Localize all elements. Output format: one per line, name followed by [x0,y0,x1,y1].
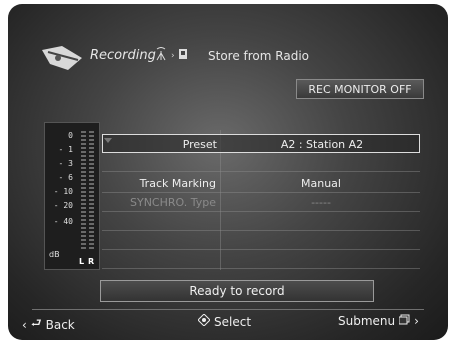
select-icon [197,313,211,329]
radio-source-icons: › [154,47,188,64]
setting-row-blank [102,231,420,250]
setting-value: ----- [311,196,331,209]
meter-tick: - 40 [53,217,73,226]
back-label: Back [45,317,75,332]
footer-divider [32,309,424,310]
submenu-label: Submenu [338,314,396,328]
meter-tick: - 3 [58,159,73,168]
setting-label: Track Marking [139,177,216,190]
submenu-button[interactable]: Submenu › [338,314,419,328]
meter-tick: - 6 [58,173,73,182]
select-label: Select [214,314,252,329]
chevron-right-icon: › [414,314,419,328]
record-cassette-icon [42,46,82,70]
chevron-left-icon: ‹ [22,317,27,332]
meter-bar-right [89,131,94,249]
page-title: Recording [90,48,156,63]
meter-channel-left: L [79,257,85,266]
meter-unit: dB [49,250,60,259]
meter-tick: - 10 [53,187,73,196]
meter-tick: - 20 [53,201,73,210]
store-from-radio-label: Store from Radio [208,49,309,63]
rec-monitor-button[interactable]: REC MONITOR OFF [296,79,424,99]
level-meter: 0 - 1 - 3 - 6 - 10 - 20 - 40 dB L R [44,122,100,270]
meter-bar-left [81,131,86,249]
disc-icon [178,48,188,63]
setting-label: SYNCHRO. Type [130,196,216,209]
meter-tick: - 1 [58,145,73,154]
setting-row-preset[interactable]: Preset A2 : Station A2 [102,134,420,153]
setting-row-track-marking[interactable]: Track Marking Manual [102,174,420,193]
status-bar: Ready to record [100,280,374,302]
settings-grid: Preset A2 : Station A2 Track Marking Man… [102,130,420,270]
meter-tick: 0 [68,131,73,140]
recording-screen: Recording › Store from Radio REC MONITOR… [8,4,448,340]
setting-row-blank [102,212,420,231]
meter-channel-right: R [88,257,95,266]
setting-row-empty [102,153,420,172]
antenna-icon [154,47,168,64]
select-button[interactable]: Select [197,313,252,329]
back-button[interactable]: ‹ ⮐ Back [22,314,75,335]
setting-row-synchro-type: SYNCHRO. Type ----- [102,193,420,212]
setting-value: A2 : Station A2 [280,138,364,151]
submenu-icon [398,314,410,328]
setting-value: Manual [301,177,341,190]
return-icon: ⮐ [30,316,42,330]
setting-row-blank [102,250,420,269]
setting-label: Preset [182,138,217,151]
